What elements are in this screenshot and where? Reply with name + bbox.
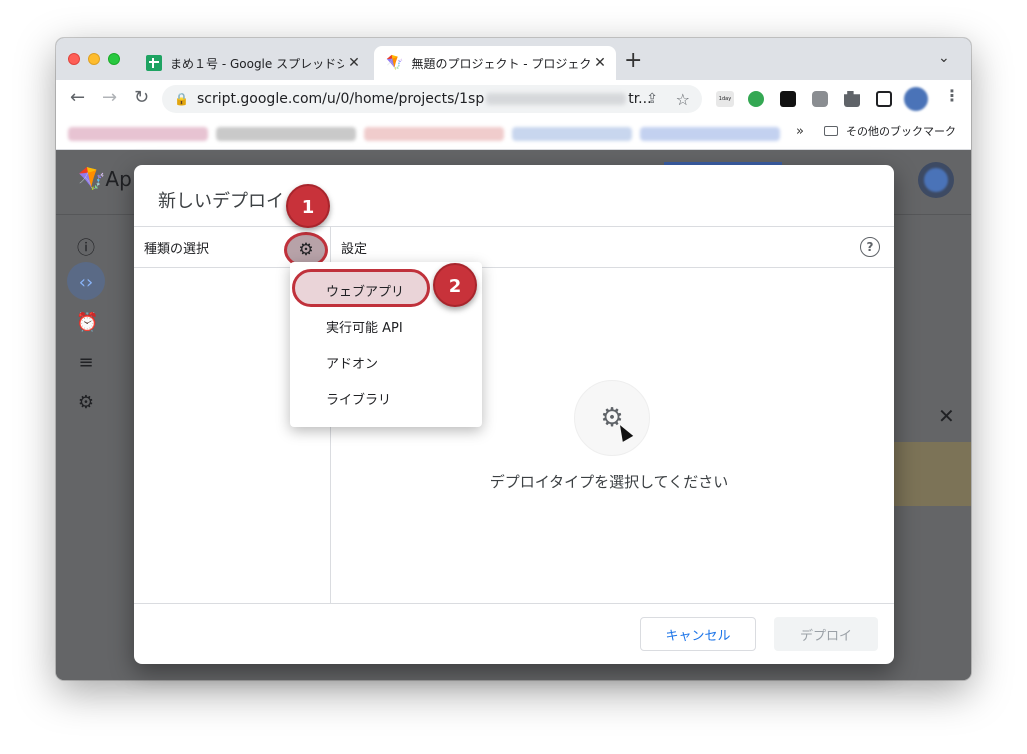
maximize-window-button[interactable] (108, 53, 120, 65)
folder-label: その他のブックマーク (846, 125, 956, 138)
settings-icon[interactable]: ⚙ (76, 392, 96, 413)
divider (134, 603, 894, 604)
tab-title: まめ１号 - Google スプレッドシー (170, 56, 344, 71)
apps-script-logo: 🪁Ap (78, 167, 132, 192)
step-1-badge: 1 (286, 184, 330, 228)
tab-search-icon[interactable]: ⌄ (938, 50, 950, 66)
url-text: script.google.com/u/0/home/projects/1sp t… (196, 91, 652, 107)
avatar-image (924, 168, 948, 192)
menu-item-web-app[interactable]: ウェブアプリ (326, 281, 404, 300)
log-highlight (894, 442, 971, 506)
code-icon[interactable]: ‹› (76, 272, 96, 293)
other-bookmarks-folder[interactable]: その他のブックマーク (824, 123, 956, 139)
divider (134, 267, 894, 268)
bookmark-item[interactable] (640, 127, 780, 141)
puzzle-icon[interactable] (844, 91, 860, 107)
address-bar[interactable]: 🔒 script.google.com/u/0/home/projects/1s… (162, 85, 702, 113)
settings-label: 設定 (341, 242, 368, 257)
close-window-button[interactable] (68, 53, 80, 65)
bookmarks-overflow-button[interactable]: » (796, 124, 804, 139)
empty-state-message: デプロイタイプを選択してください (489, 473, 729, 491)
new-deployment-dialog: 新しいデプロイ 種類の選択 ⚙ 設定 ? ウェブアプリ 実行可能 API アドオ… (134, 165, 894, 664)
folder-icon (824, 126, 838, 136)
tab-spreadsheet[interactable]: まめ１号 - Google スプレッドシー ✕ (138, 46, 370, 80)
minimize-window-button[interactable] (88, 53, 100, 65)
bookmark-item[interactable] (68, 127, 208, 141)
forward-icon[interactable]: → (102, 88, 117, 108)
menu-item-library[interactable]: ライブラリ (326, 389, 391, 408)
menu-item-api-executable[interactable]: 実行可能 API (326, 317, 403, 336)
step-2-badge: 2 (433, 263, 477, 307)
browser-toolbar: ← → ↻ 🔒 script.google.com/u/0/home/proje… (56, 80, 971, 118)
back-icon[interactable]: ← (70, 88, 85, 108)
new-tab-button[interactable]: + (624, 50, 642, 72)
profile-avatar[interactable] (904, 87, 928, 111)
bookmark-item[interactable] (512, 127, 632, 141)
sheets-icon (146, 55, 162, 71)
cancel-button[interactable]: キャンセル (640, 617, 756, 651)
evernote-icon[interactable] (748, 91, 764, 107)
help-icon[interactable]: ? (860, 237, 880, 257)
tab-apps-script[interactable]: 🪁 無題のプロジェクト - プロジェクト ✕ (374, 46, 616, 80)
deploy-button[interactable]: デプロイ (774, 617, 878, 651)
reading-list-icon[interactable] (876, 91, 892, 107)
reload-icon[interactable]: ↻ (134, 88, 149, 108)
empty-state-gear-icon: ⚙ (574, 380, 650, 456)
executions-icon[interactable]: ≡ (76, 352, 96, 373)
blurred-url-segment (486, 93, 627, 105)
close-panel-icon[interactable]: ✕ (938, 404, 955, 428)
close-icon[interactable]: ✕ (344, 55, 364, 71)
apps-script-icon: 🪁 (386, 55, 404, 71)
kebab-menu-icon[interactable]: ⋮ (944, 86, 960, 106)
clock-icon[interactable]: ⏰ (76, 312, 98, 333)
bookmark-item[interactable] (216, 127, 356, 141)
select-type-label: 種類の選択 (144, 242, 210, 257)
camera-icon[interactable] (812, 91, 828, 107)
lock-icon: 🔒 (174, 92, 189, 106)
close-icon[interactable]: ✕ (590, 55, 610, 71)
tab-title: 無題のプロジェクト - プロジェクト (411, 56, 590, 71)
divider (134, 226, 894, 227)
extension-icon[interactable]: 1day (716, 91, 734, 107)
share-icon[interactable]: ⇪ (646, 91, 658, 107)
bookmark-item[interactable] (364, 127, 504, 141)
tab-strip: まめ１号 - Google スプレッドシー ✕ 🪁 無題のプロジェクト - プロ… (56, 38, 971, 80)
menu-item-add-on[interactable]: アドオン (326, 353, 378, 372)
gear-icon: ⚙ (298, 240, 314, 260)
notion-icon[interactable] (780, 91, 796, 107)
dialog-title: 新しいデプロイ (158, 191, 284, 212)
bookmarks-bar: » その他のブックマーク (56, 118, 971, 150)
info-icon[interactable]: ⓘ (76, 234, 96, 259)
star-icon[interactable]: ☆ (676, 90, 690, 109)
